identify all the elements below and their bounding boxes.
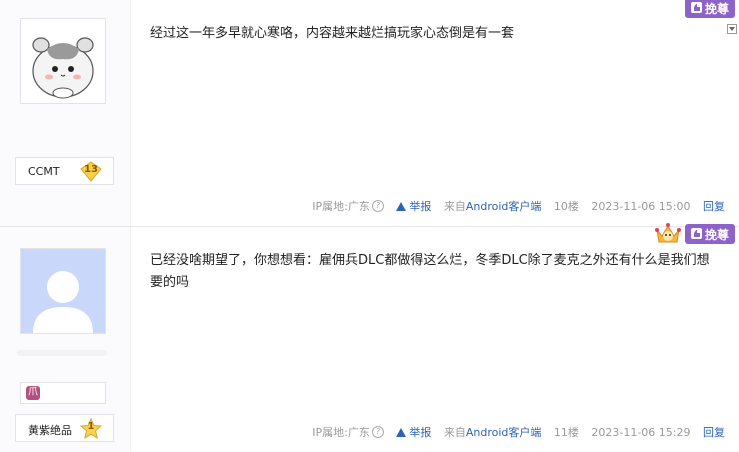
- floor-number: 10楼: [553, 200, 579, 213]
- zun-label: 挽尊: [705, 228, 730, 242]
- zun-button[interactable]: 挽尊: [685, 0, 735, 18]
- help-icon[interactable]: ?: [371, 426, 384, 438]
- post-time: 2023-11-06 15:29: [591, 425, 691, 439]
- report-link[interactable]: 举报: [396, 424, 431, 440]
- zun-button[interactable]: 挽尊: [685, 224, 735, 244]
- username[interactable]: CCMT: [28, 165, 60, 178]
- reply-link[interactable]: 回复: [703, 198, 725, 214]
- zun-label: 挽尊: [705, 2, 730, 16]
- hamster-avatar-icon: [21, 19, 105, 103]
- warning-icon: [396, 428, 407, 437]
- level-badge: 1: [79, 417, 103, 440]
- user-card[interactable]: 黄紫绝品 1: [15, 414, 114, 442]
- level-badge: 13: [80, 161, 102, 182]
- report-link[interactable]: 举报: [396, 198, 431, 214]
- medal-icon: 爪: [26, 386, 40, 400]
- floor-number: 11楼: [553, 426, 579, 439]
- level-number: 13: [84, 164, 98, 175]
- report-label: 举报: [409, 426, 432, 439]
- post-floor-11: 爪 黄紫绝品 1 挽尊 已经没啥期望了，你想想看：雇佣兵DLC都做得这么烂，冬季…: [0, 223, 739, 452]
- user-card[interactable]: CCMT 13: [15, 157, 114, 185]
- post-content: 已经没啥期望了，你想想看：雇佣兵DLC都做得这么烂，冬季DLC除了麦克之外还有什…: [150, 253, 710, 290]
- avatar[interactable]: [20, 248, 106, 334]
- warning-icon: [396, 202, 407, 211]
- help-icon[interactable]: ?: [371, 200, 384, 212]
- post-meta: IP属地:广东? 举报 来自Android客户端 11楼 2023-11-06 …: [303, 424, 725, 440]
- crown-icon: [655, 223, 681, 243]
- thumb-icon: [691, 228, 702, 239]
- post-menu-dropdown[interactable]: [727, 24, 737, 34]
- level-number: 1: [87, 421, 95, 432]
- user-sidebar: 爪 黄紫绝品 1: [0, 227, 131, 452]
- avatar[interactable]: [20, 18, 106, 104]
- client-prefix: 来自: [443, 200, 466, 213]
- client-prefix: 来自: [443, 426, 466, 439]
- post-meta: IP属地:广东? 举报 来自Android客户端 10楼 2023-11-06 …: [303, 198, 725, 214]
- report-label: 举报: [409, 200, 432, 213]
- username[interactable]: 黄紫绝品: [28, 422, 72, 438]
- ip-label: IP属地:广东: [312, 426, 370, 439]
- post-content: 经过这一年多早就心寒咯，内容越来越烂搞玩家心态倒是有一套: [150, 26, 515, 41]
- medal-box[interactable]: 爪: [20, 382, 106, 404]
- ip-location: IP属地:广东?: [303, 424, 384, 440]
- blurred-signature: [17, 350, 107, 356]
- post-floor-10: CCMT 13 挽尊 经过这一年多早就心寒咯，内容越来越烂搞玩家心态倒是有一套 …: [0, 0, 739, 226]
- thumb-icon: [691, 2, 702, 13]
- client-source: 来自Android客户端: [444, 424, 542, 440]
- ip-label: IP属地:广东: [312, 200, 370, 213]
- client-source: 来自Android客户端: [444, 198, 542, 214]
- android-client-link[interactable]: Android客户端: [466, 426, 542, 439]
- post-time: 2023-11-06 15:00: [591, 199, 691, 213]
- reply-link[interactable]: 回复: [703, 424, 725, 440]
- ip-location: IP属地:广东?: [303, 198, 384, 214]
- user-sidebar: CCMT 13: [0, 0, 131, 226]
- default-avatar-icon: [21, 249, 105, 333]
- android-client-link[interactable]: Android客户端: [466, 200, 542, 213]
